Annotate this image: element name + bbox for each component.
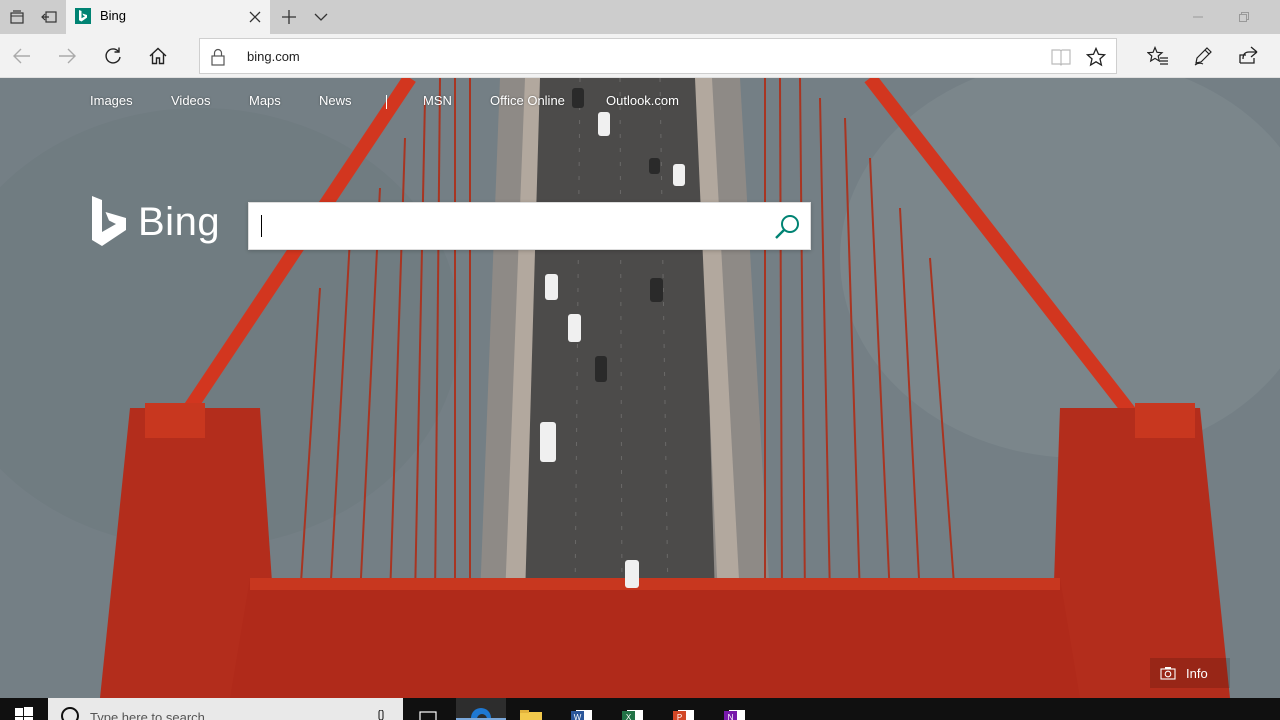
windows-logo-icon: [15, 706, 33, 720]
reading-view-icon[interactable]: [1050, 48, 1072, 66]
close-tab-icon[interactable]: [248, 10, 262, 24]
active-tab[interactable]: Bing: [66, 0, 270, 34]
share-button[interactable]: [1226, 34, 1270, 78]
svg-text:W: W: [574, 713, 582, 720]
cortana-circle-icon: [60, 706, 80, 720]
svg-text:N: N: [728, 713, 734, 720]
navigation-bar: bing.com: [0, 34, 1280, 78]
search-box[interactable]: [248, 202, 811, 250]
tabs-aside-icon: [9, 9, 25, 25]
search-input[interactable]: [259, 203, 759, 249]
tab-title: Bing: [100, 8, 127, 23]
chevron-down-icon: [313, 9, 329, 25]
taskbar-search-placeholder: Type here to search: [90, 710, 205, 720]
restore-button[interactable]: [1221, 0, 1267, 34]
nav-link-msn[interactable]: MSN: [423, 93, 452, 108]
svg-text:P: P: [677, 713, 682, 720]
back-button[interactable]: [0, 34, 44, 78]
task-view-icon: [417, 710, 439, 720]
favorites-hub-icon: [1147, 46, 1169, 66]
start-button[interactable]: [0, 698, 48, 720]
onenote-icon: N: [723, 709, 747, 720]
nav-link-images[interactable]: Images: [90, 93, 133, 108]
edge-icon: [470, 706, 492, 718]
set-tabs-aside-button[interactable]: [32, 0, 66, 34]
taskbar-powerpoint[interactable]: P: [659, 698, 709, 720]
minimize-icon: [1192, 11, 1204, 23]
svg-text:X: X: [626, 713, 632, 720]
restore-icon: [1238, 11, 1250, 23]
plus-icon: [281, 9, 297, 25]
home-button[interactable]: [136, 34, 180, 78]
share-icon: [1238, 46, 1258, 66]
taskbar-search[interactable]: Type here to search: [48, 698, 403, 720]
bing-b-logo-icon: [90, 196, 128, 248]
info-label: Info: [1186, 665, 1208, 681]
favorite-star-icon[interactable]: [1086, 47, 1106, 67]
taskbar-file-explorer[interactable]: [506, 698, 556, 720]
hub-button[interactable]: [1136, 34, 1180, 78]
web-note-button[interactable]: [1181, 34, 1225, 78]
nav-link-news[interactable]: News: [319, 93, 352, 108]
nav-link-videos[interactable]: Videos: [171, 93, 211, 108]
refresh-icon: [103, 46, 123, 66]
camera-icon: [1160, 666, 1176, 680]
file-explorer-icon: [519, 709, 543, 720]
background-image: [0, 78, 1280, 698]
tab-strip: Bing: [0, 0, 1280, 34]
taskbar-onenote[interactable]: N: [710, 698, 760, 720]
taskbar-word[interactable]: W: [557, 698, 607, 720]
nav-link-maps[interactable]: Maps: [249, 93, 281, 108]
new-tab-button[interactable]: [272, 0, 306, 34]
taskbar-excel[interactable]: X: [608, 698, 658, 720]
task-view-button[interactable]: [403, 698, 453, 720]
address-bar[interactable]: bing.com: [199, 38, 1117, 74]
windows-taskbar: Type here to search W X P N: [0, 698, 1280, 720]
back-arrow-icon: [12, 46, 32, 66]
powerpoint-icon: P: [672, 709, 696, 720]
bing-logo[interactable]: Bing: [90, 194, 230, 250]
logo-text: Bing: [138, 199, 221, 244]
pen-icon: [1193, 46, 1213, 66]
taskbar-edge[interactable]: [456, 698, 506, 720]
excel-icon: X: [621, 709, 645, 720]
search-icon[interactable]: [774, 213, 802, 241]
lock-icon[interactable]: [210, 48, 226, 66]
tab-list-button[interactable]: [304, 0, 338, 34]
text-caret: [261, 215, 262, 237]
tab-preview-button[interactable]: [0, 0, 34, 34]
forward-arrow-icon: [57, 46, 77, 66]
microphone-icon[interactable]: [376, 710, 386, 720]
bing-homepage: Images Videos Maps News MSN Office Onlin…: [0, 78, 1280, 698]
url-text[interactable]: bing.com: [247, 49, 300, 64]
home-icon: [148, 46, 168, 66]
word-icon: W: [570, 709, 594, 720]
nav-separator: [386, 95, 387, 109]
image-info-button[interactable]: Info: [1150, 658, 1230, 688]
tabs-back-icon: [41, 9, 57, 25]
bing-b-icon: [75, 8, 91, 24]
forward-button[interactable]: [45, 34, 89, 78]
refresh-button[interactable]: [91, 34, 135, 78]
minimize-button[interactable]: [1175, 0, 1221, 34]
nav-link-outlook[interactable]: Outlook.com: [606, 93, 679, 108]
nav-link-office-online[interactable]: Office Online: [490, 93, 565, 108]
